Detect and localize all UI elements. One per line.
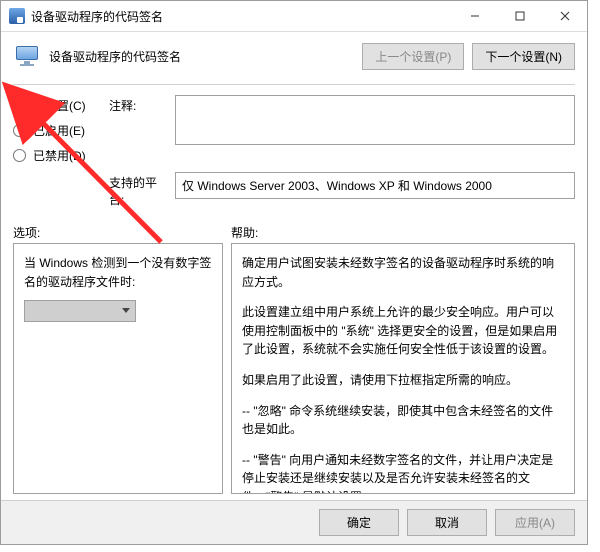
config-grid: 未配置(C) 已启用(E) 已禁用(D) 注释: 支持的平台: 仅 Window… [13, 95, 575, 208]
help-paragraph: -- "忽略" 命令系统继续安装，即使其中包含未经签名的文件也是如此。 [242, 402, 564, 439]
help-paragraph: 确定用户试图安装未经数字签名的设备驱动程序时系统的响应方式。 [242, 254, 564, 291]
footer: 确定 取消 应用(A) [1, 500, 587, 544]
help-paragraph: 此设置建立组中用户系统上允许的最少安全响应。用户可以使用控制面板中的 "系统" … [242, 303, 564, 359]
maximize-icon [515, 11, 525, 21]
dialog-content: 设备驱动程序的代码签名 上一个设置(P) 下一个设置(N) 未配置(C) 已启用… [1, 32, 587, 500]
radio-enabled-input[interactable] [13, 124, 26, 137]
window-buttons [452, 1, 587, 31]
window-title: 设备驱动程序的代码签名 [31, 8, 452, 25]
minimize-icon [470, 11, 480, 21]
platform-field-wrap: 仅 Windows Server 2003、Windows XP 和 Windo… [175, 172, 575, 199]
options-label: 选项: [13, 224, 231, 241]
next-setting-button[interactable]: 下一个设置(N) [472, 43, 575, 70]
pane-labels: 选项: 帮助: [13, 224, 575, 241]
policy-icon [13, 42, 41, 70]
platform-label: 支持的平台: [109, 172, 169, 208]
radio-enabled[interactable]: 已启用(E) [13, 122, 103, 139]
radio-group: 未配置(C) 已启用(E) 已禁用(D) [13, 95, 103, 164]
comment-textarea[interactable] [175, 95, 575, 145]
help-label: 帮助: [231, 224, 575, 241]
radio-disabled-label: 已禁用(D) [33, 147, 86, 164]
ok-button[interactable]: 确定 [319, 509, 399, 536]
help-paragraph: 如果启用了此设置，请使用下拉框指定所需的响应。 [242, 371, 564, 390]
cancel-button[interactable]: 取消 [407, 509, 487, 536]
comment-label: 注释: [109, 95, 169, 114]
radio-not-configured-label: 未配置(C) [33, 97, 86, 114]
options-dropdown[interactable] [24, 300, 136, 322]
options-pane: 当 Windows 检测到一个没有数字签名的驱动程序文件时: [13, 243, 223, 494]
heading-row: 设备驱动程序的代码签名 上一个设置(P) 下一个设置(N) [13, 42, 575, 70]
apply-button[interactable]: 应用(A) [495, 509, 575, 536]
radio-not-configured[interactable]: 未配置(C) [13, 97, 103, 114]
titlebar: 设备驱动程序的代码签名 [1, 1, 587, 32]
maximize-button[interactable] [497, 1, 542, 31]
help-paragraph: -- "警告" 向用户通知未经数字签名的文件，并让用户决定是停止安装还是继续安装… [242, 451, 564, 494]
nav-buttons: 上一个设置(P) 下一个设置(N) [362, 43, 575, 70]
panes: 当 Windows 检测到一个没有数字签名的驱动程序文件时: 确定用户试图安装未… [13, 243, 575, 494]
radio-disabled[interactable]: 已禁用(D) [13, 147, 103, 164]
options-text: 当 Windows 检测到一个没有数字签名的驱动程序文件时: [24, 254, 212, 292]
close-icon [560, 11, 570, 21]
help-pane: 确定用户试图安装未经数字签名的设备驱动程序时系统的响应方式。此设置建立组中用户系… [231, 243, 575, 494]
supported-platform-text: 仅 Windows Server 2003、Windows XP 和 Windo… [182, 177, 492, 194]
prev-setting-button[interactable]: 上一个设置(P) [362, 43, 464, 70]
dialog-window: 设备驱动程序的代码签名 [0, 0, 588, 545]
radio-enabled-label: 已启用(E) [33, 122, 85, 139]
divider [13, 84, 575, 85]
heading-text: 设备驱动程序的代码签名 [49, 48, 362, 65]
close-button[interactable] [542, 1, 587, 31]
app-icon [9, 8, 25, 24]
minimize-button[interactable] [452, 1, 497, 31]
supported-platform-box: 仅 Windows Server 2003、Windows XP 和 Windo… [175, 172, 575, 199]
radio-disabled-input[interactable] [13, 149, 26, 162]
comment-field-wrap [175, 95, 575, 148]
radio-not-configured-input[interactable] [13, 99, 26, 112]
